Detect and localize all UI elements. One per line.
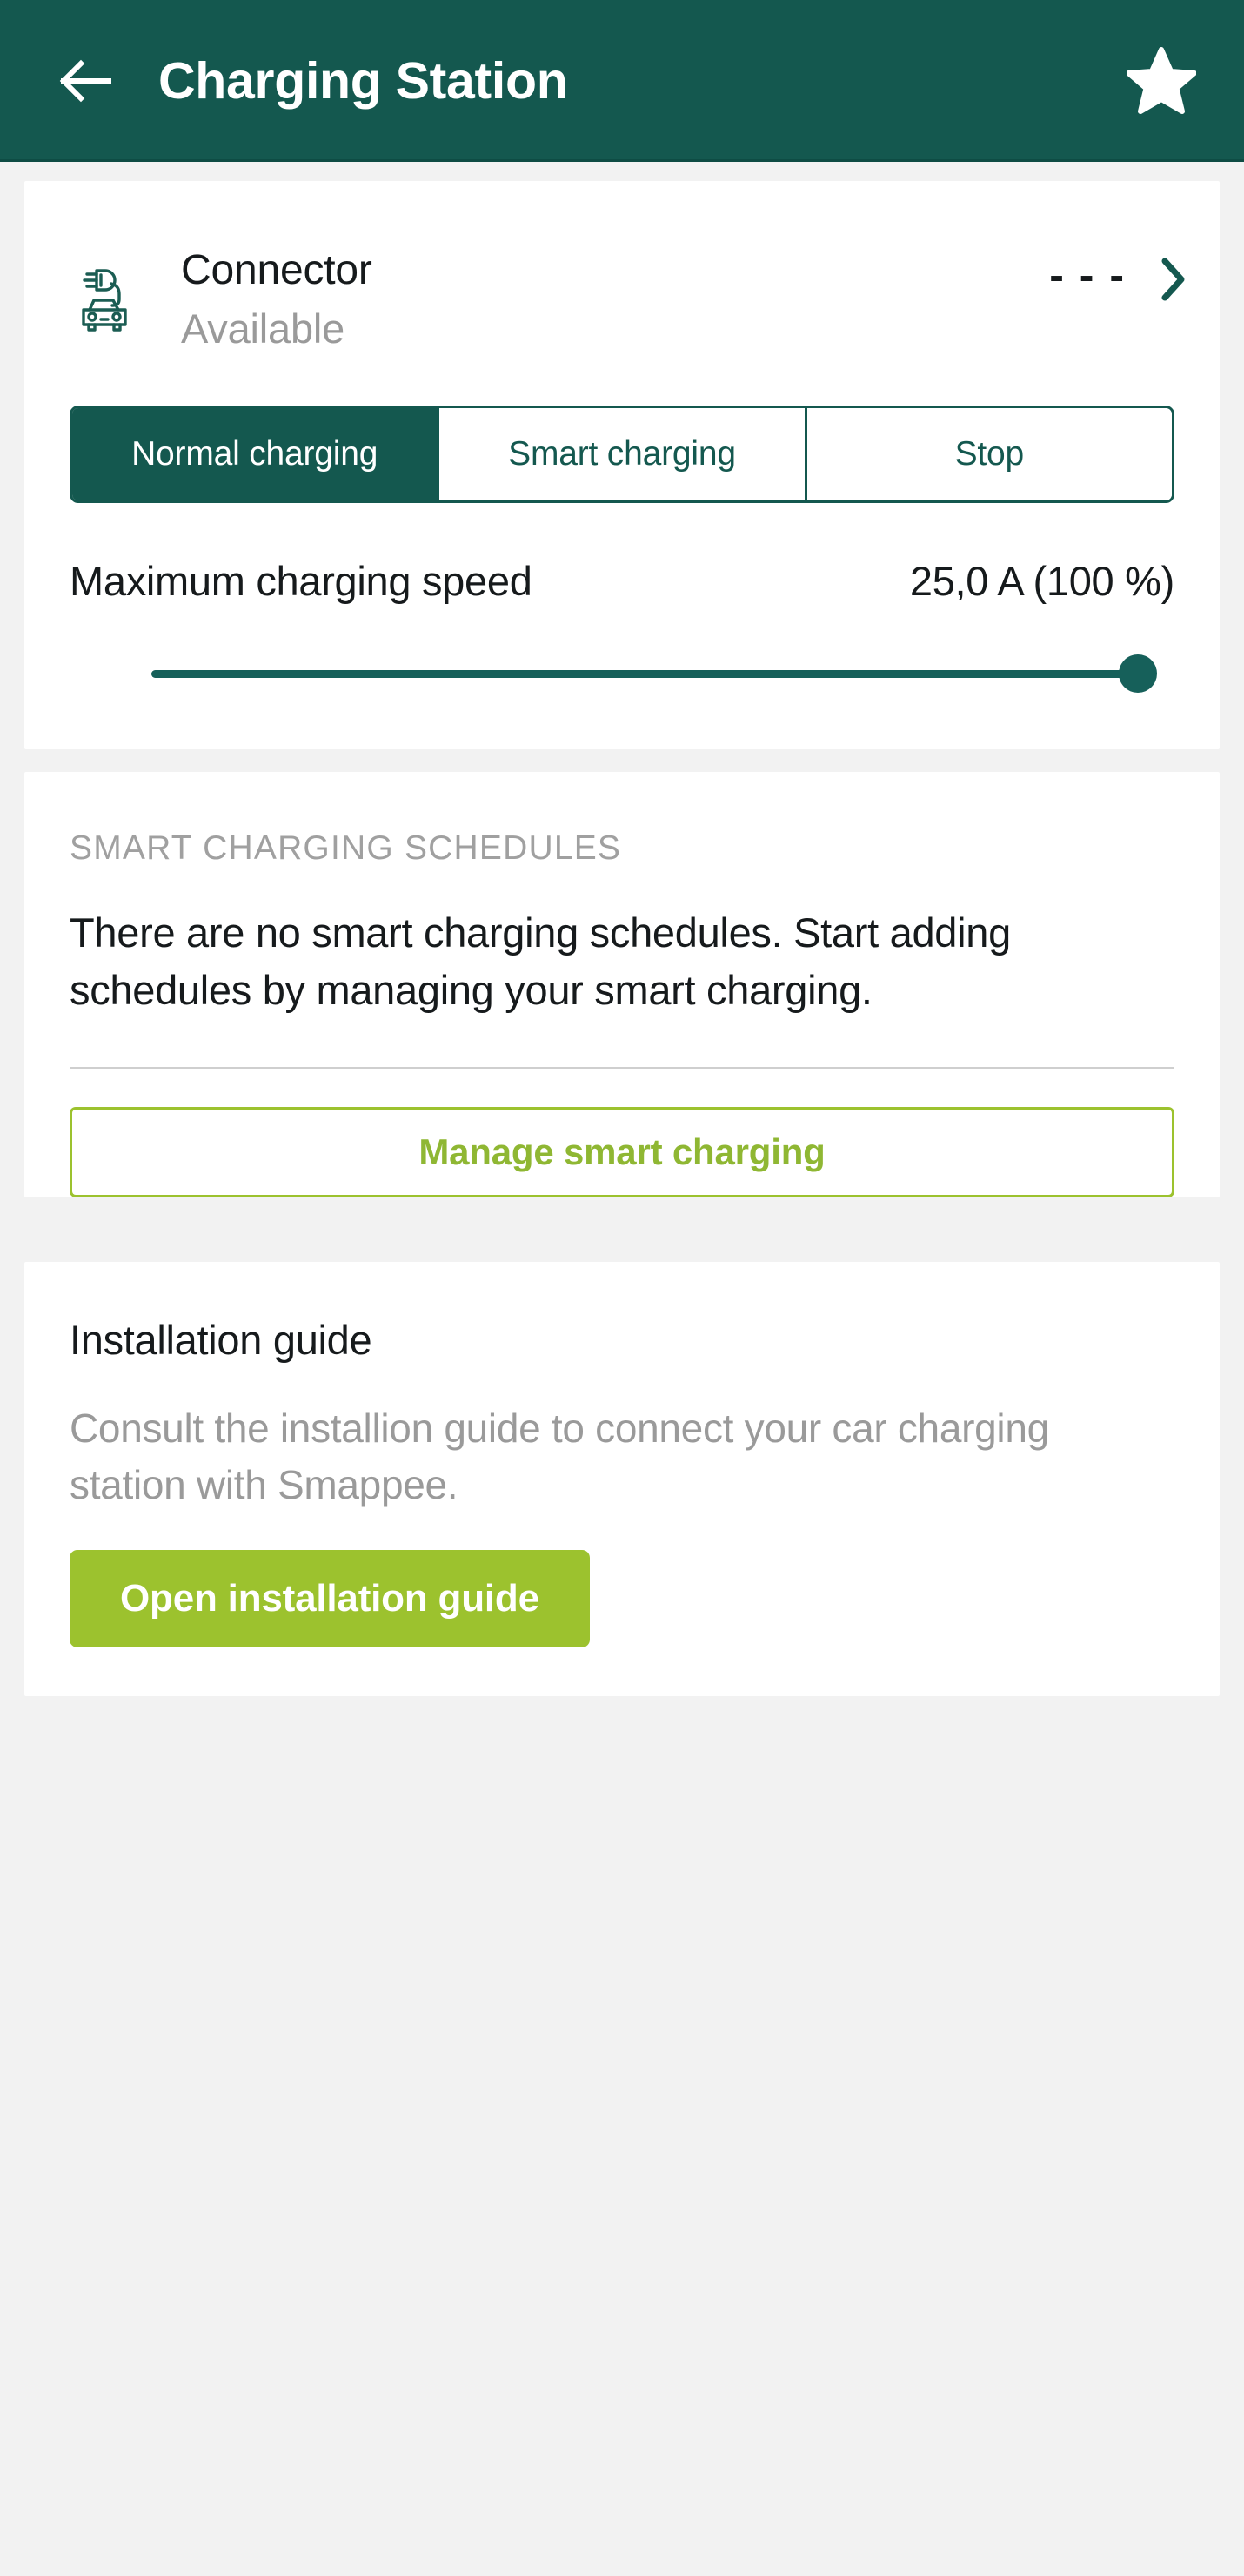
ev-car-plug-icon xyxy=(70,261,136,339)
open-installation-guide-button[interactable]: Open installation guide xyxy=(70,1550,590,1648)
schedules-section-title: SMART CHARGING SCHEDULES xyxy=(70,829,622,868)
segment-smart-charging[interactable]: Smart charging xyxy=(439,408,807,501)
slider-fill xyxy=(151,669,1138,678)
connector-value: - - - xyxy=(1049,251,1126,299)
max-charging-speed-label: Maximum charging speed xyxy=(70,558,532,605)
max-charging-speed-row: Maximum charging speed 25,0 A (100 %) xyxy=(24,503,1220,605)
app-header: Charging Station xyxy=(0,0,1244,162)
max-speed-slider-wrap xyxy=(24,605,1220,749)
spacer-top xyxy=(0,162,1244,181)
connector-row[interactable]: Connector Available - - - xyxy=(24,181,1220,406)
installation-guide-title: Installation guide xyxy=(70,1316,372,1363)
smart-charging-schedules-card: SMART CHARGING SCHEDULES There are no sm… xyxy=(24,772,1220,1197)
max-charging-speed-value: 25,0 A (100 %) xyxy=(909,558,1174,605)
open-installation-guide-button-row: Open installation guide xyxy=(24,1513,1220,1696)
manage-smart-charging-button[interactable]: Manage smart charging xyxy=(70,1106,1174,1197)
schedules-divider xyxy=(70,1066,1174,1069)
segment-stop[interactable]: Stop xyxy=(806,408,1172,501)
spacer-card-1-2 xyxy=(0,749,1244,772)
max-speed-slider[interactable] xyxy=(151,654,1157,694)
segment-normal-charging[interactable]: Normal charging xyxy=(72,408,440,501)
star-filled-icon[interactable] xyxy=(1124,44,1199,118)
chevron-right-icon[interactable] xyxy=(1155,255,1190,304)
header-underline xyxy=(0,159,1244,162)
back-button[interactable] xyxy=(54,49,118,113)
schedules-empty-text: There are no smart charging schedules. S… xyxy=(70,909,1011,1014)
spacer-card-2-3 xyxy=(0,1239,1244,1262)
installation-guide-description: Consult the installion guide to connect … xyxy=(70,1405,1049,1507)
connector-status: Available xyxy=(181,305,345,352)
installation-guide-card: Installation guide Consult the installio… xyxy=(24,1261,1220,1697)
page-title: Charging Station xyxy=(158,52,568,110)
connector-name: Connector xyxy=(181,247,372,293)
charging-station-screen: Charging Station Connector Available - -… xyxy=(0,0,1244,2576)
connector-text-block: Connector Available xyxy=(181,246,1049,353)
charging-control-card: Connector Available - - - Normal chargin… xyxy=(24,181,1220,750)
slider-thumb[interactable] xyxy=(1119,654,1157,694)
charging-mode-segmented-control[interactable]: Normal charging Smart charging Stop xyxy=(70,406,1174,504)
